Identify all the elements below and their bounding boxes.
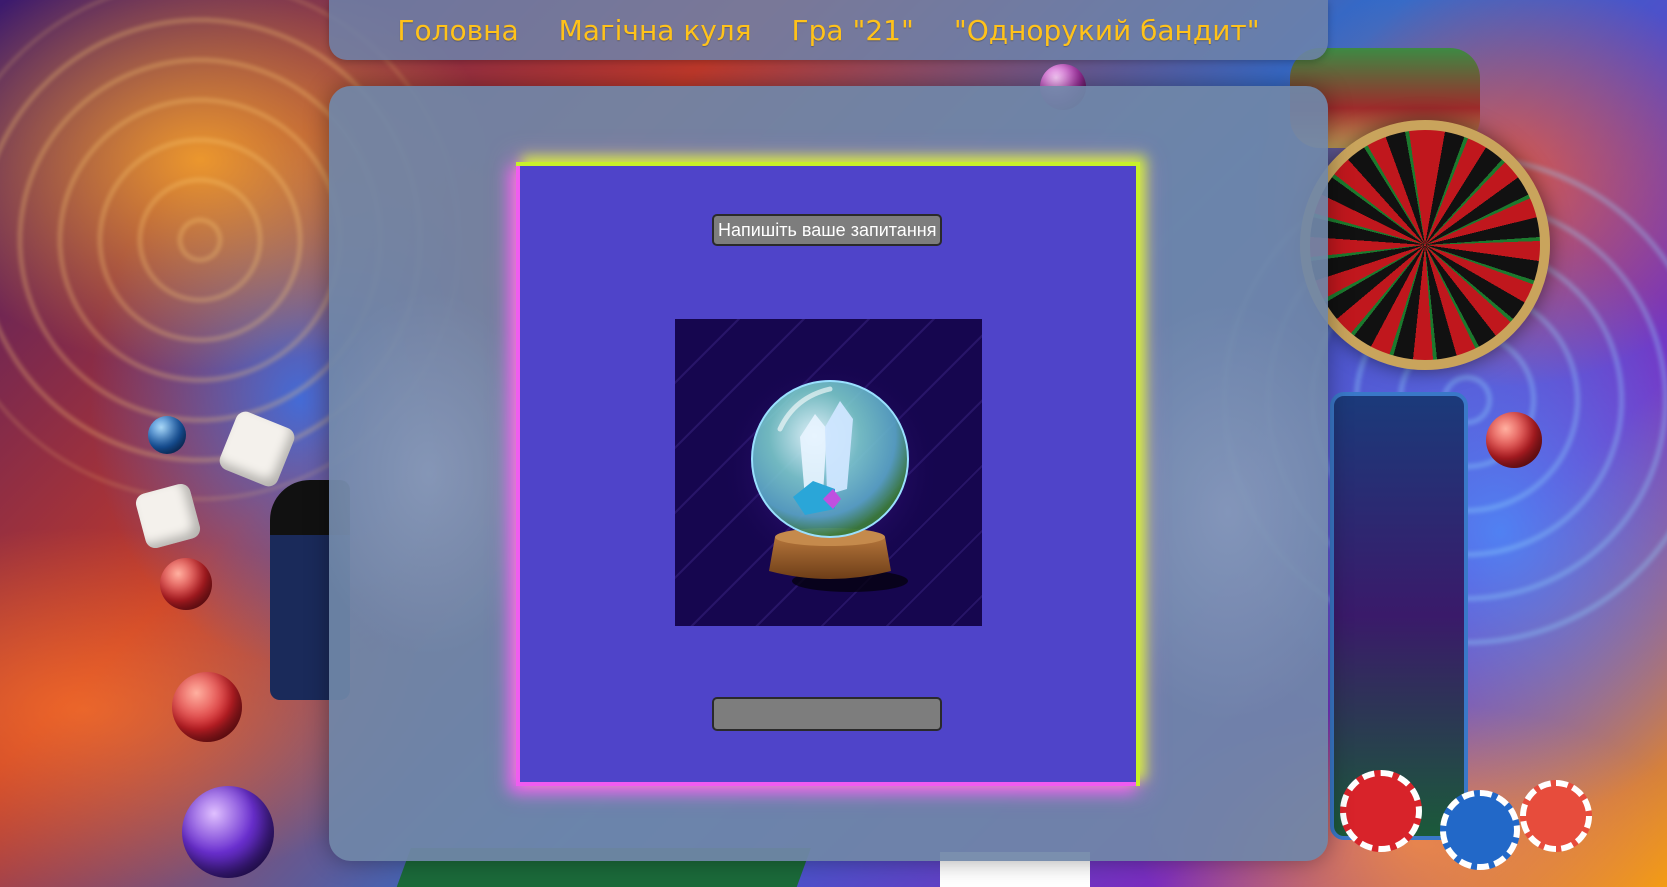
magic-ball-button[interactable] [675, 319, 982, 626]
magic-ball-card [516, 162, 1140, 786]
nav-link-game-21[interactable]: Гра "21" [792, 14, 914, 47]
question-input[interactable] [712, 214, 942, 246]
galaxy-ball-decoration [182, 786, 274, 878]
blue-ball-decoration [148, 416, 186, 454]
top-navigation: Головна Магічна куля Гра "21" "Однорукий… [329, 0, 1328, 60]
slot-machine-decoration [1330, 392, 1468, 840]
red-ball-decoration [1486, 412, 1542, 468]
roulette-wheel-decoration [1300, 120, 1550, 370]
red-ball-decoration [160, 558, 212, 610]
nav-link-home[interactable]: Головна [397, 14, 518, 47]
casino-chip-decoration [1520, 780, 1592, 852]
answer-field [712, 697, 942, 731]
nav-link-magic-ball[interactable]: Магічна куля [559, 14, 752, 47]
nav-link-one-armed-bandit[interactable]: "Однорукий бандит" [954, 14, 1260, 47]
crystal-ball-icon [720, 359, 940, 592]
red-ball-decoration [172, 672, 242, 742]
casino-chip-decoration [1440, 790, 1520, 870]
casino-chip-decoration [1340, 770, 1422, 852]
